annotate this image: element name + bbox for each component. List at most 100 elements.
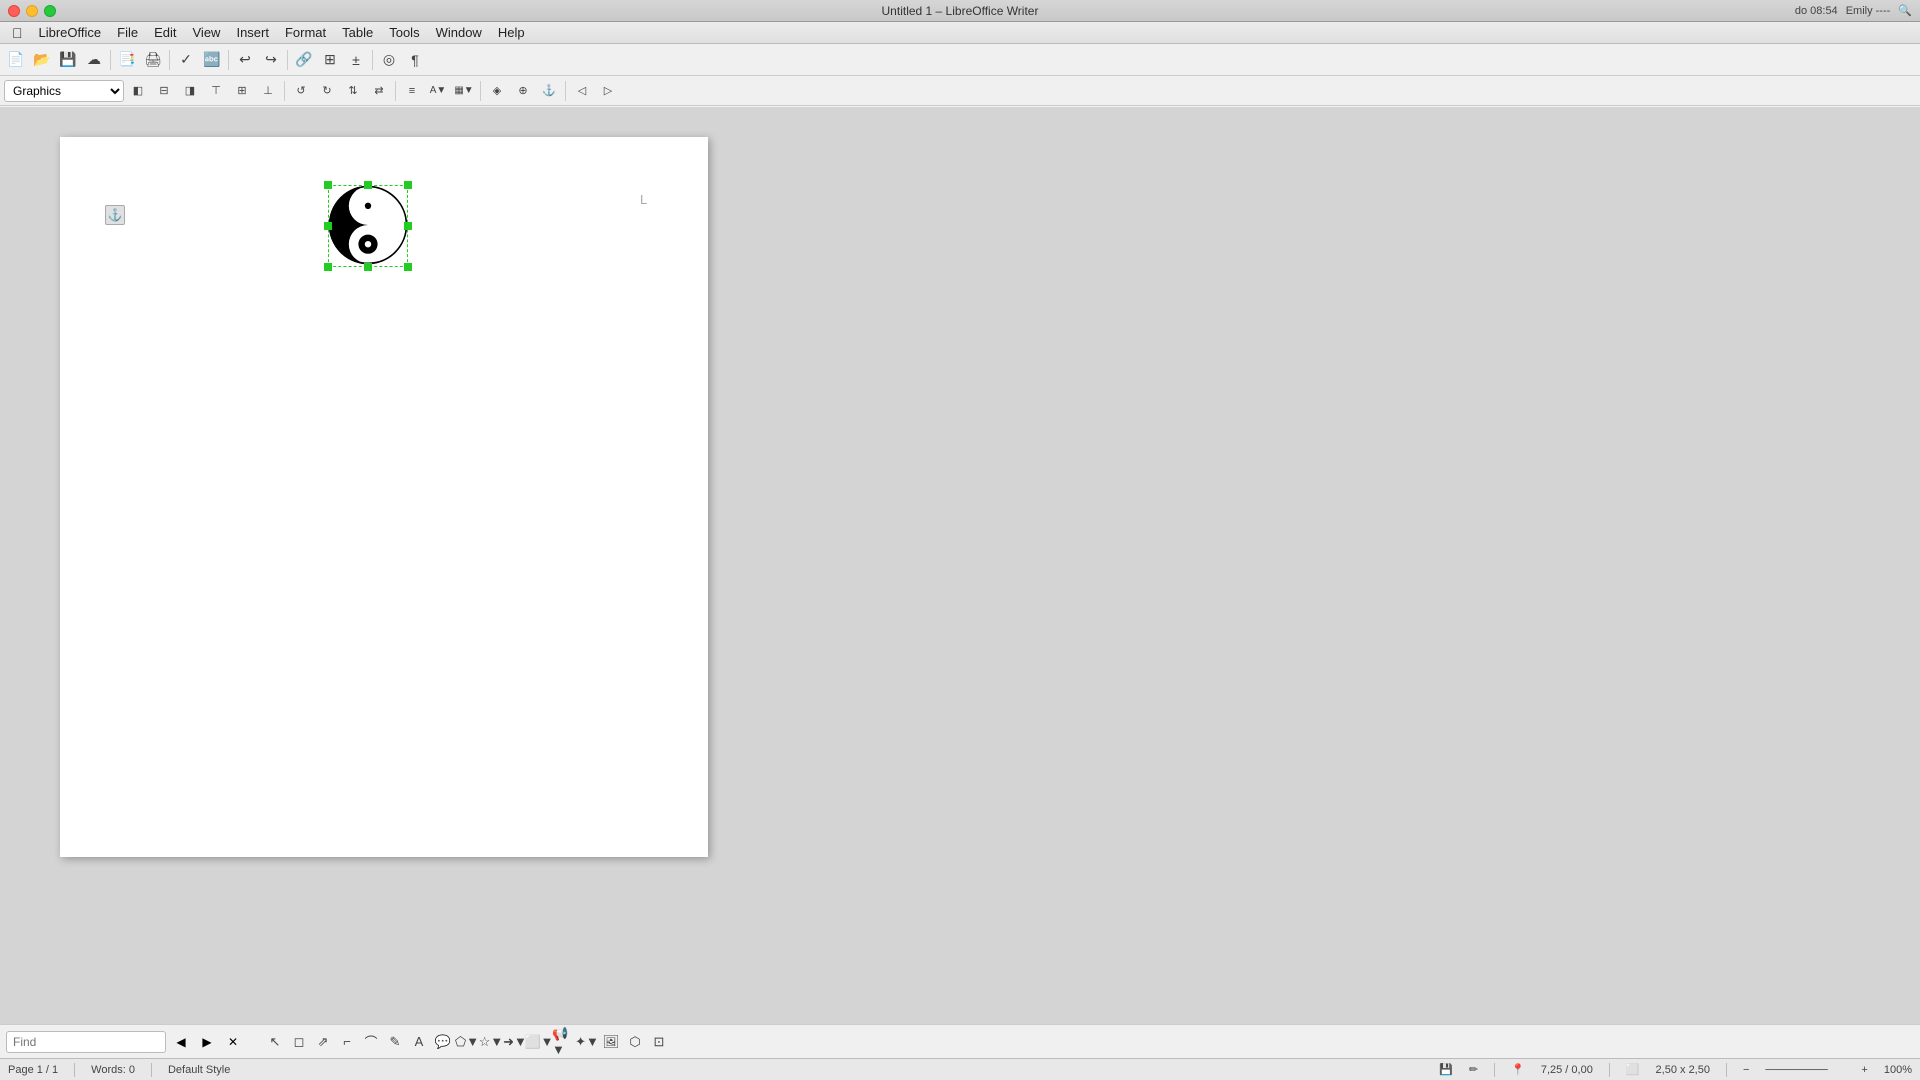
menu-window[interactable]: Window <box>428 23 490 42</box>
handle-mr[interactable] <box>404 222 412 230</box>
align-center-btn[interactable]: ⊟ <box>152 80 176 102</box>
align-top-btn[interactable]: ⊤ <box>204 80 228 102</box>
main-toolbar: 📄 📂 💾 ☁ 📑 🖨 ✓ 🔤 ↩ ↪ 🔗 ⊞ ± ◎ ¶ <box>0 44 1920 76</box>
edit-mode-icon[interactable]: ✏ <box>1469 1063 1478 1076</box>
navigator-btn[interactable]: ◎ <box>377 48 401 72</box>
zoom-in-btn[interactable]: + <box>1861 1064 1867 1076</box>
extra-btn1[interactable]: ◁ <box>570 80 594 102</box>
stylist-btn[interactable]: ¶ <box>403 48 427 72</box>
draw-curve-btn[interactable]: ⌒ <box>360 1031 382 1053</box>
handle-bc[interactable] <box>364 263 372 271</box>
menu-view[interactable]: View <box>185 23 229 42</box>
find-input[interactable] <box>6 1031 166 1053</box>
page-count: Page 1 / 1 <box>8 1064 58 1076</box>
table-btn[interactable]: ⊞ <box>318 48 342 72</box>
zoom-out-btn[interactable]: − <box>1743 1064 1749 1076</box>
search-icon[interactable]: 🔍 <box>1898 4 1912 17</box>
undo-btn[interactable]: ↩ <box>233 48 257 72</box>
draw-callout-btn[interactable]: 💬 <box>432 1031 454 1053</box>
print-btn[interactable]: 🖨 <box>141 48 165 72</box>
image-container[interactable] <box>328 185 408 267</box>
save-btn[interactable]: 💾 <box>56 48 80 72</box>
zoom-level: 100% <box>1884 1064 1912 1076</box>
menu-file[interactable]: File <box>109 23 146 42</box>
align-bottom-btn[interactable]: ⊥ <box>256 80 280 102</box>
save-icon[interactable]: 💾 <box>1439 1063 1453 1076</box>
draw-symbol-shapes-btn[interactable]: ☆▼ <box>480 1031 502 1053</box>
handle-tr[interactable] <box>404 181 412 189</box>
draw-extra-btn[interactable]: ⊡ <box>648 1031 670 1053</box>
menu-format[interactable]: Format <box>277 23 334 42</box>
handle-tc[interactable] <box>364 181 372 189</box>
menu-libreoffice[interactable]: LibreOffice <box>31 23 110 42</box>
word-count: Words: 0 <box>91 1064 135 1076</box>
titlebar: Untitled 1 – LibreOffice Writer do 08:54… <box>0 0 1920 22</box>
handle-ml[interactable] <box>324 222 332 230</box>
rotate-left-btn[interactable]: ↺ <box>289 80 313 102</box>
cursor-hint: L <box>640 192 647 207</box>
draw-connector-btn[interactable]: ⌐ <box>336 1031 358 1053</box>
draw-flowchart-btn[interactable]: ⬜▼ <box>528 1031 550 1053</box>
page-style: Default Style <box>168 1064 230 1076</box>
apple-menu[interactable]:  <box>4 23 31 43</box>
align-right-btn[interactable]: ◨ <box>178 80 202 102</box>
handle-tl[interactable] <box>324 181 332 189</box>
open-btn[interactable]: 📂 <box>30 48 54 72</box>
zoom-slider[interactable]: ──────── <box>1765 1064 1845 1076</box>
autocorrect-btn[interactable]: 🔤 <box>200 48 224 72</box>
image-mode-btn[interactable]: ⊕ <box>511 80 535 102</box>
wrap-btn[interactable]: ≡ <box>400 80 424 102</box>
draw-basic-shapes-btn[interactable]: ⬠▼ <box>456 1031 478 1053</box>
time-display: do 08:54 <box>1795 5 1838 17</box>
menubar:  LibreOffice File Edit View Insert Form… <box>0 22 1920 44</box>
document-page[interactable]: ⚓ L <box>60 137 708 857</box>
draw-block-arrows-btn[interactable]: ➜▼ <box>504 1031 526 1053</box>
graphics-style-select[interactable]: Graphics <box>4 80 124 102</box>
area-color-btn[interactable]: ▦▼ <box>452 80 476 102</box>
align-vcenter-btn[interactable]: ⊞ <box>230 80 254 102</box>
menu-help[interactable]: Help <box>490 23 533 42</box>
flip-v-btn[interactable]: ⇅ <box>341 80 365 102</box>
close-button[interactable] <box>8 5 20 17</box>
menu-table[interactable]: Table <box>334 23 381 42</box>
find-next-btn[interactable]: ▶ <box>196 1031 218 1053</box>
draw-freeform-btn[interactable]: ✎ <box>384 1031 406 1053</box>
handle-br[interactable] <box>404 263 412 271</box>
menu-insert[interactable]: Insert <box>228 23 277 42</box>
insert-image-btn[interactable]: 🖼 <box>600 1031 622 1053</box>
draw-callouts-btn[interactable]: 📢▼ <box>552 1031 574 1053</box>
draw-line-btn[interactable]: ◻ <box>288 1031 310 1053</box>
status-sep1 <box>74 1063 75 1077</box>
find-prev-btn[interactable]: ◀ <box>170 1031 192 1053</box>
minimize-button[interactable] <box>26 5 38 17</box>
extra-btn2[interactable]: ▷ <box>596 80 620 102</box>
handle-bl[interactable] <box>324 263 332 271</box>
align-left-btn[interactable]: ◧ <box>126 80 150 102</box>
menu-edit[interactable]: Edit <box>146 23 184 42</box>
draw-stars-btn[interactable]: ✦▼ <box>576 1031 598 1053</box>
filter-btn[interactable]: ◈ <box>485 80 509 102</box>
sep4 <box>287 50 288 70</box>
spellcheck-btn[interactable]: ✓ <box>174 48 198 72</box>
sep3 <box>228 50 229 70</box>
hyperlink-btn[interactable]: 🔗 <box>292 48 316 72</box>
draw-text-btn[interactable]: A <box>408 1031 430 1053</box>
border-color-btn[interactable]: A▼ <box>426 80 450 102</box>
draw-select-btn[interactable]: ↖ <box>264 1031 286 1053</box>
find-clear-btn[interactable]: ✕ <box>222 1031 244 1053</box>
save-remote-btn[interactable]: ☁ <box>82 48 106 72</box>
draw-arrow-btn[interactable]: ⇗ <box>312 1031 334 1053</box>
show-changes-btn[interactable]: ± <box>344 48 368 72</box>
rotate-right-btn[interactable]: ↻ <box>315 80 339 102</box>
anchor-btn[interactable]: ⚓ <box>537 80 561 102</box>
pdf-btn[interactable]: 📑 <box>115 48 139 72</box>
sep2 <box>169 50 170 70</box>
maximize-button[interactable] <box>44 5 56 17</box>
menu-tools[interactable]: Tools <box>381 23 427 42</box>
sep1 <box>110 50 111 70</box>
sep5 <box>372 50 373 70</box>
draw-3d-btn[interactable]: ⬡ <box>624 1031 646 1053</box>
flip-h-btn[interactable]: ⇄ <box>367 80 391 102</box>
redo-btn[interactable]: ↪ <box>259 48 283 72</box>
new-btn[interactable]: 📄 <box>4 48 28 72</box>
